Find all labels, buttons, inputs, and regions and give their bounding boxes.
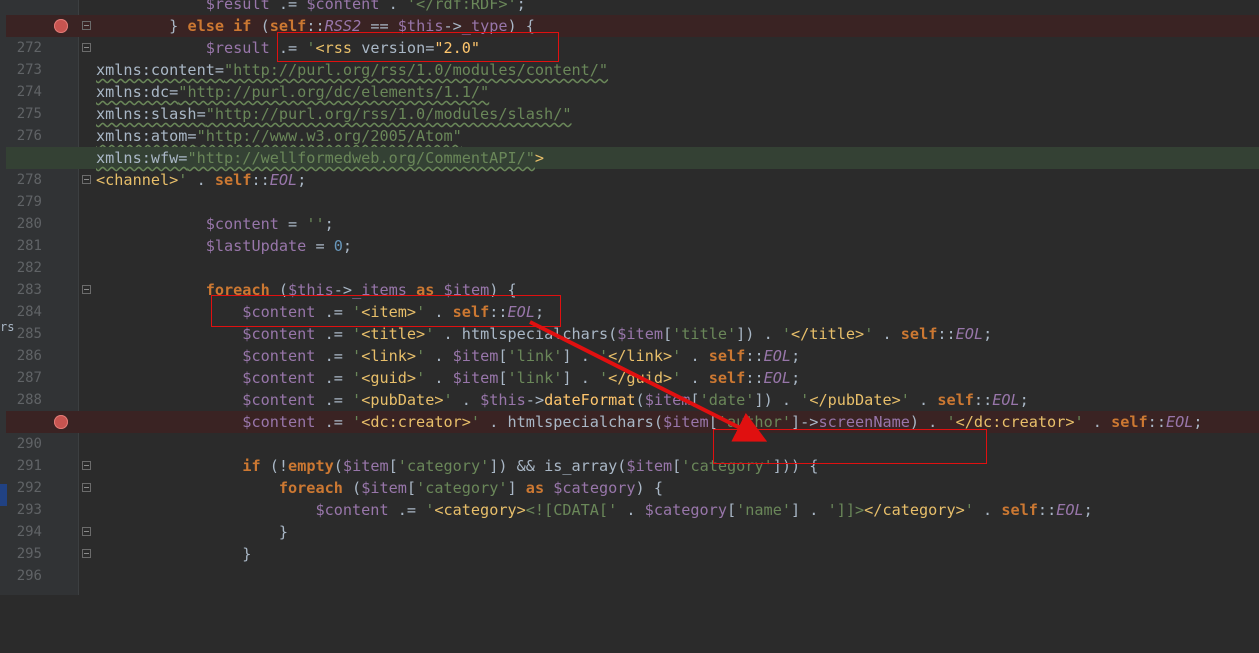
- code-line-279[interactable]: 279 <channel>' . self::EOL;: [0, 169, 1259, 210]
- code-text: }: [96, 523, 289, 541]
- fold-toggle-icon[interactable]: [82, 285, 91, 294]
- code-text: $content .= '<category><![CDATA[' . $cat…: [96, 501, 1093, 519]
- code-text: $content .= '<link>' . $item['link'] . '…: [96, 347, 801, 365]
- code-text: $result .= $content . '</rdf:RDF>';: [96, 0, 526, 13]
- code-line-295[interactable]: 295 }: [0, 521, 1259, 562]
- fold-toggle-icon[interactable]: [82, 549, 91, 558]
- code-text: if (!empty($item['category']) && is_arra…: [242, 457, 819, 475]
- code-line-274[interactable]: 274 xmlns:content="http://purl.org/rss/1…: [0, 59, 1259, 100]
- code-line-287[interactable]: 287 $content .= '<link>' . $item['link']…: [0, 345, 1259, 386]
- code-text: $content .= '<pubDate>' . $this->dateFor…: [96, 391, 1029, 409]
- code-line-292[interactable]: 292 if (!empty($item['category']) && is_…: [0, 455, 1259, 496]
- code-line-272[interactable]: 272 } else if (self::RSS2 == $this->_typ…: [0, 15, 1259, 56]
- code-line-294[interactable]: 294 $content .= '<category><![CDATA[' . …: [0, 499, 1259, 540]
- code-line-283[interactable]: 283: [0, 257, 1259, 298]
- edge-selection-marker: [0, 484, 7, 506]
- code-line-278[interactable]: 278 xmlns:wfw="http://wellformedweb.org/…: [0, 147, 1259, 188]
- fold-toggle-icon[interactable]: [82, 21, 91, 30]
- code-line-293[interactable]: 293 foreach ($item['category'] as $categ…: [0, 477, 1259, 518]
- code-text: }: [96, 545, 252, 563]
- fold-toggle-icon[interactable]: [82, 43, 91, 52]
- fold-toggle-icon[interactable]: [82, 461, 91, 470]
- code-text: xmlns:slash="http://purl.org/rss/1.0/mod…: [96, 105, 572, 123]
- code-line-290[interactable]: 290 $content .= '<dc:creator>' . htmlspe…: [0, 411, 1259, 452]
- code-line-273[interactable]: 273 $result .= '<rss version="2.0": [0, 37, 1259, 78]
- annotation-box-foreach: [211, 295, 561, 327]
- annotation-box-rss2-type: [277, 32, 559, 62]
- code-text: $lastUpdate = 0;: [96, 237, 353, 255]
- code-line-281[interactable]: 281 $content = '';: [0, 213, 1259, 254]
- code-text: $content = '';: [96, 215, 334, 233]
- breakpoint-icon[interactable]: [54, 19, 68, 33]
- code-line-270[interactable]: 270 $result .= $content . '</rdf:RDF>';: [0, 0, 1259, 34]
- code-line-284[interactable]: 284 foreach ($this->_items as $item) {: [0, 279, 1259, 320]
- edge-text-fragment: rs: [0, 320, 15, 334]
- code-text: xmlns:wfw="http://wellformedweb.org/Comm…: [96, 149, 545, 167]
- code-line-296[interactable]: 296 }: [0, 543, 1259, 584]
- code-line-280[interactable]: 280: [0, 191, 1259, 232]
- code-text: xmlns:dc="http://purl.org/dc/elements/1.…: [96, 83, 490, 101]
- code-text: $content .= '<dc:creator>' . htmlspecial…: [96, 413, 1203, 431]
- code-line-275[interactable]: 275 xmlns:dc="http://purl.org/dc/element…: [0, 81, 1259, 122]
- code-text: xmlns:content="http://purl.org/rss/1.0/m…: [96, 61, 609, 79]
- code-line-282[interactable]: 282 $lastUpdate = 0;: [0, 235, 1259, 276]
- code-editor[interactable]: 270 $result .= $content . '</rdf:RDF>'; …: [0, 0, 1259, 584]
- code-line-286[interactable]: 286 $content .= '<title>' . htmlspecialc…: [0, 323, 1259, 364]
- fold-toggle-icon[interactable]: [82, 483, 91, 492]
- code-text: $content .= '<guid>' . $item['link'] . '…: [96, 369, 801, 387]
- code-line-288[interactable]: 288 $content .= '<guid>' . $item['link']…: [0, 367, 1259, 408]
- breakpoint-icon[interactable]: [54, 415, 68, 429]
- fold-toggle-icon[interactable]: [82, 527, 91, 536]
- fold-toggle-icon[interactable]: [82, 175, 91, 184]
- annotation-box-author-screenname: [713, 429, 987, 464]
- code-line-289[interactable]: 289 $content .= '<pubDate>' . $this->dat…: [0, 389, 1259, 430]
- code-line-285[interactable]: 285 $content .= '<item>' . self::EOL;: [0, 301, 1259, 342]
- code-line-276[interactable]: 276 xmlns:slash="http://purl.org/rss/1.0…: [0, 103, 1259, 144]
- code-line-291[interactable]: 291: [0, 433, 1259, 474]
- code-text: foreach ($item['category'] as $category)…: [278, 479, 663, 497]
- line-number: 296: [16, 568, 42, 584]
- code-text: <channel>' . self::EOL;: [96, 171, 307, 189]
- code-text: xmlns:atom="http://www.w3.org/2005/Atom": [96, 127, 462, 145]
- code-line-277[interactable]: 277 xmlns:atom="http://www.w3.org/2005/A…: [0, 125, 1259, 166]
